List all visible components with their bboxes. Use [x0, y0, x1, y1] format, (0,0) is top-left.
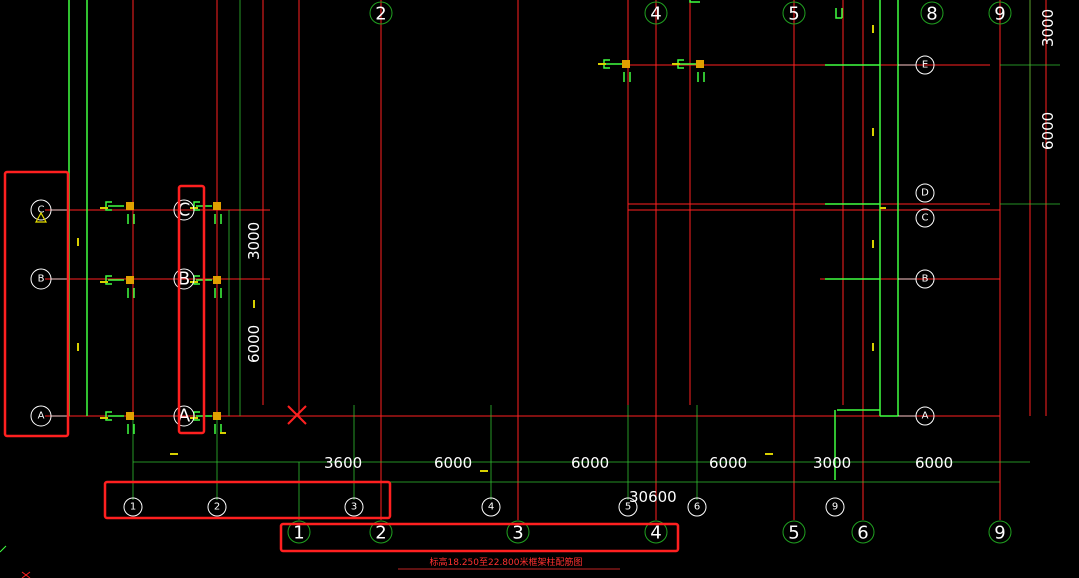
dim-text-vertical: 3000	[1039, 9, 1057, 47]
svg-text:4: 4	[650, 4, 661, 25]
axis-bubble-top-8[interactable]: 8	[920, 1, 944, 25]
dim-text: 3600	[324, 454, 362, 472]
dimension-lines	[132, 0, 1060, 520]
dim-text-vertical: 6000	[245, 325, 263, 363]
axis-bubble-bottom-upper-4[interactable]: 4	[481, 497, 501, 517]
svg-text:2: 2	[214, 502, 220, 513]
axis-bubble-top-2[interactable]: 2	[369, 1, 393, 25]
svg-text:4: 4	[650, 523, 661, 544]
highlight-box-mid-axes	[177, 184, 206, 435]
dim-text: 3000	[813, 454, 851, 472]
dim-text: 6000	[915, 454, 953, 472]
svg-text:标高18.250至22.800米框架柱配筋图: 标高18.250至22.800米框架柱配筋图	[430, 556, 583, 568]
svg-text:5: 5	[788, 523, 799, 544]
svg-text:6: 6	[857, 523, 868, 544]
dim-text: 6000	[571, 454, 609, 472]
svg-text:2: 2	[375, 4, 386, 25]
dim-text: 6000	[709, 454, 747, 472]
axis-bubble-right-c[interactable]: C	[915, 208, 935, 228]
svg-text:A: A	[922, 411, 929, 422]
column-b2	[213, 276, 221, 284]
svg-text:3: 3	[351, 502, 357, 513]
column-e5	[696, 60, 704, 68]
svg-text:6: 6	[694, 502, 700, 513]
vertical-dimensions: 3000 6000 3000 6000	[245, 9, 1057, 363]
axis-bubble-bottom-lower-5[interactable]: 5	[782, 520, 806, 544]
axis-bubble-bottom-upper-3[interactable]: 3	[344, 497, 364, 517]
column-a1	[126, 412, 134, 420]
svg-text:E: E	[922, 60, 928, 71]
svg-text:D: D	[921, 188, 929, 199]
axis-bubble-top-5[interactable]: 5	[782, 1, 806, 25]
rebar-annotations	[77, 25, 886, 472]
svg-text:5: 5	[788, 4, 799, 25]
corner-ticks	[21, 571, 31, 578]
frame-lines	[68, 0, 899, 480]
grid-lines	[45, 0, 1047, 520]
column-c1	[126, 202, 134, 210]
column-markers	[126, 60, 704, 420]
column-b1	[126, 276, 134, 284]
svg-text:4: 4	[488, 502, 494, 513]
axis-bubble-bottom-upper-9[interactable]: 9	[825, 497, 845, 517]
dim-total-text: 30600	[629, 488, 677, 506]
svg-text:8: 8	[926, 4, 937, 25]
column-c2	[213, 202, 221, 210]
left-axis-bubbles: C B A	[30, 199, 69, 427]
drawing-caption: 标高18.250至22.800米框架柱配筋图	[398, 556, 620, 570]
dim-text: 6000	[434, 454, 472, 472]
highlight-box-left-axes	[3, 170, 70, 438]
svg-text:9: 9	[832, 502, 838, 513]
svg-text:9: 9	[994, 4, 1005, 25]
column-a2	[213, 412, 221, 420]
corner-tick-green	[0, 545, 7, 553]
highlight-boxes	[3, 170, 680, 553]
mid-axis-bubbles: C B A	[173, 199, 195, 427]
svg-text:2: 2	[375, 523, 386, 544]
axis-bubble-bottom-lower-9[interactable]: 9	[988, 520, 1012, 544]
svg-text:C: C	[922, 213, 929, 224]
cad-drawing-canvas[interactable]: C B A C B A E D C B A 2 4 5 8 9 1 2 3 4 …	[0, 0, 1079, 578]
dim-text-vertical: 3000	[245, 222, 263, 260]
svg-text:B: B	[38, 274, 45, 285]
axis-bubble-top-9[interactable]: 9	[988, 1, 1012, 25]
axis-bubble-top-4[interactable]: 4	[644, 1, 668, 25]
svg-text:B: B	[922, 274, 929, 285]
axis-bubble-bottom-lower-6[interactable]: 6	[851, 520, 875, 544]
svg-text:9: 9	[994, 523, 1005, 544]
cross-marker-icon	[287, 405, 307, 425]
svg-text:1: 1	[293, 523, 304, 544]
svg-text:A: A	[38, 411, 45, 422]
bottom-axis-bubbles-upper: 1 2 3 4 5 6 9	[123, 497, 845, 517]
axis-bubble-right-d[interactable]: D	[915, 183, 935, 203]
right-axis-bubbles: E D C B A	[898, 55, 935, 426]
axis-bubble-bottom-upper-1[interactable]: 1	[123, 497, 143, 517]
axis-bubble-bottom-upper-6[interactable]: 6	[687, 497, 707, 517]
svg-text:1: 1	[130, 502, 136, 513]
column-e4	[622, 60, 630, 68]
axis-bubble-bottom-upper-2[interactable]: 2	[207, 497, 227, 517]
dim-text-vertical: 6000	[1039, 112, 1057, 150]
svg-text:3: 3	[512, 523, 523, 544]
highlight-box-bottom-lower	[279, 522, 680, 553]
